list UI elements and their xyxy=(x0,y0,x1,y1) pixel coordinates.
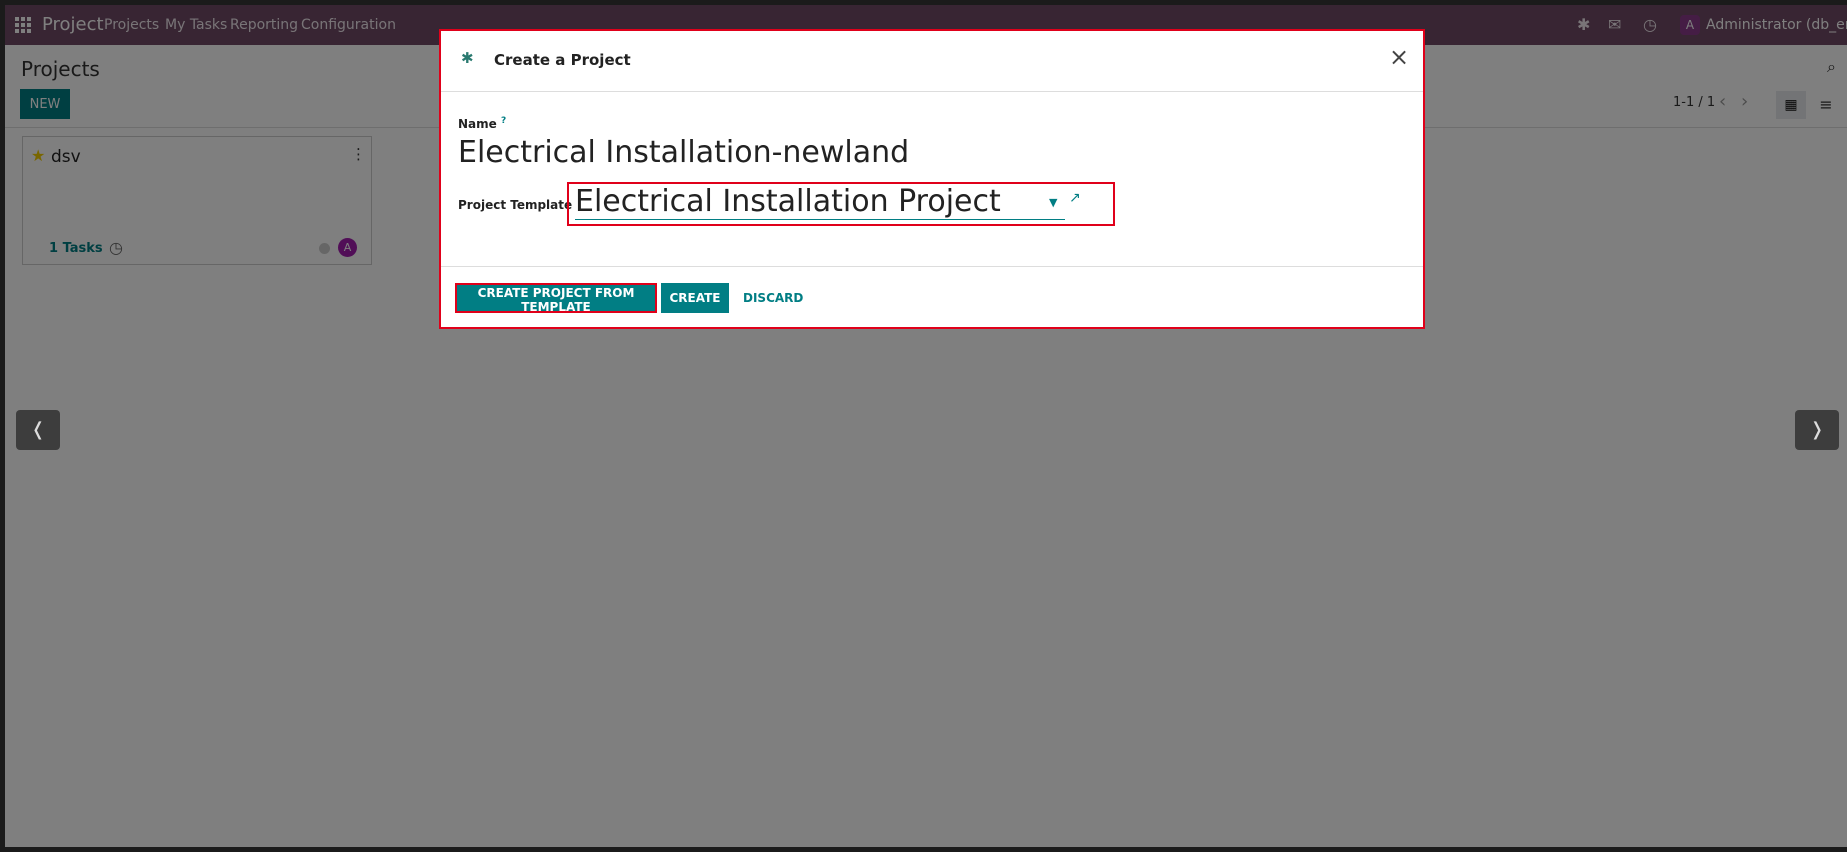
name-input[interactable]: Electrical Installation-newland xyxy=(458,135,909,170)
modal-header: ✱ Create a Project × xyxy=(441,31,1423,92)
external-link-icon[interactable]: ↗ xyxy=(1069,190,1081,206)
app-window: Project Projects My Tasks Reporting Conf… xyxy=(5,5,1847,847)
help-tooltip-icon[interactable]: ? xyxy=(501,116,506,126)
create-project-dialog: ✱ Create a Project × Name ? Electrical I… xyxy=(439,29,1425,329)
next-arrow-icon[interactable]: ❭ xyxy=(1795,410,1839,450)
template-input[interactable]: Electrical Installation Project xyxy=(575,184,1065,220)
template-field[interactable]: Electrical Installation Project ▼ ↗ xyxy=(567,182,1115,226)
prev-arrow-icon[interactable]: ❬ xyxy=(16,410,60,450)
create-button[interactable]: CREATE xyxy=(661,283,729,313)
modal-footer: CREATE PROJECT FROM TEMPLATE CREATE DISC… xyxy=(441,266,1423,330)
caret-down-icon[interactable]: ▼ xyxy=(1049,196,1057,209)
discard-button[interactable]: DISCARD xyxy=(737,283,803,313)
modal-title: Create a Project xyxy=(494,51,631,69)
template-label: Project Template xyxy=(458,198,573,212)
bug-icon: ✱ xyxy=(461,49,474,67)
close-icon[interactable]: × xyxy=(1389,43,1409,71)
name-label: Name ? xyxy=(458,116,507,131)
create-from-template-button[interactable]: CREATE PROJECT FROM TEMPLATE xyxy=(455,283,657,314)
